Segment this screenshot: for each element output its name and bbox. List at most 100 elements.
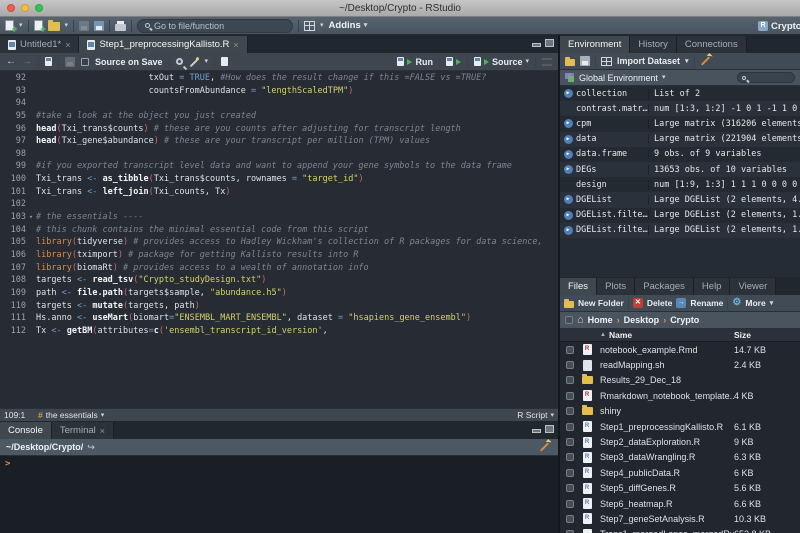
code-editor[interactable]: 92 txOut = TRUE, #How does the result ch… [0,71,558,409]
file-name[interactable]: Step3_dataWrangling.R [600,452,734,462]
file-name[interactable]: Step4_publicData.R [600,468,734,478]
goto-file-function-input[interactable]: Go to file/function [137,18,294,33]
file-row[interactable]: R Step3_dataWrangling.R 6.3 KB [560,450,800,465]
environment-variable-row[interactable]: ▶ cpm Large matrix (316206 elements [560,116,800,132]
file-checkbox[interactable] [566,438,574,447]
popout-editor-icon[interactable] [45,57,52,66]
file-name[interactable]: Step2_dataExploration.R [600,437,734,447]
expand-variable-icon[interactable]: ▶ [560,165,576,175]
breadcrumb-desktop[interactable]: Desktop [624,315,660,325]
file-checkbox[interactable] [566,376,574,385]
environment-search-input[interactable] [737,72,795,83]
new-file-dropdown-icon[interactable]: ▾ [19,22,23,29]
close-tab-icon[interactable]: × [100,426,105,436]
tab-files[interactable]: Files [560,278,598,295]
import-dataset-icon[interactable] [601,56,612,66]
code-tools-icon[interactable] [189,58,198,67]
file-row[interactable]: Trans1_mergedLanes_mergedRu...652.8 KB [560,527,800,533]
rerun-button[interactable] [445,57,461,66]
save-source-icon[interactable] [65,56,75,67]
file-name[interactable]: Step6_heatmap.R [600,499,734,509]
file-name[interactable]: Step7_geneSetAnalysis.R [600,514,734,524]
addins-menu[interactable]: Addins ▾ [329,20,368,31]
size-column-header[interactable]: Size [734,330,800,340]
source-button[interactable]: Source ▾ [473,57,529,67]
file-checkbox[interactable] [566,407,574,416]
environment-variable-row[interactable]: ▶ collection List of 2 [560,86,800,102]
file-checkbox[interactable] [566,361,574,370]
name-column-header[interactable]: ▲ Name [600,330,632,340]
new-folder-icon[interactable] [564,298,574,308]
home-icon[interactable]: ⌂ [577,314,584,326]
file-checkbox[interactable] [566,422,574,431]
open-recent-dropdown-icon[interactable]: ▾ [65,22,69,29]
delete-icon[interactable]: ✕ [632,298,643,308]
print-icon[interactable] [115,20,127,31]
goto-directory-icon[interactable]: ↪ [87,442,95,453]
project-menu[interactable]: R Crypto [758,17,800,35]
expand-variable-icon[interactable]: ▶ [560,210,576,220]
minimize-pane-icon[interactable] [532,43,541,47]
tab-console[interactable]: Console [0,422,52,440]
tab-help[interactable]: Help [693,278,731,295]
file-checkbox[interactable] [566,484,574,493]
compile-report-icon[interactable] [221,57,229,66]
expand-variable-icon[interactable]: ▶ [560,89,576,99]
tab-untitled1[interactable]: Untitled1* × [0,36,80,53]
rename-icon[interactable]: → [676,298,687,308]
new-project-icon[interactable]: + [33,20,46,34]
console-output[interactable]: > [0,456,558,533]
file-row[interactable]: R Step7_geneSetAnalysis.R 10.3 KB [560,511,800,526]
file-name[interactable]: Step5_diffGenes.R [600,483,734,493]
rename-button[interactable]: Rename [690,298,723,308]
file-row[interactable]: R Step5_diffGenes.R 5.6 KB [560,481,800,496]
clear-environment-icon[interactable] [700,56,710,66]
file-row[interactable]: readMapping.sh 2.4 KB [560,357,800,372]
file-name[interactable]: Trans1_mergedLanes_mergedRu... [600,529,734,533]
file-checkbox[interactable] [566,345,574,354]
source-on-save-checkbox[interactable] [81,57,89,66]
close-tab-icon[interactable]: × [233,40,238,50]
environment-variable-row[interactable]: ▶ DEGs 13653 obs. of 10 variables [560,161,800,178]
maximize-pane-icon[interactable] [545,39,554,47]
file-name[interactable]: readMapping.sh [600,360,734,370]
tab-packages[interactable]: Packages [635,278,694,295]
tab-connections[interactable]: Connections [676,36,747,53]
expand-variable-icon[interactable]: ▶ [560,119,576,129]
file-name[interactable]: Step1_preprocessingKallisto.R [600,422,734,432]
save-workspace-icon[interactable] [580,56,590,66]
run-button[interactable]: Run [397,57,433,67]
close-tab-icon[interactable]: × [65,40,70,50]
file-checkbox[interactable] [566,453,574,462]
expand-variable-icon[interactable]: ▶ [560,225,576,235]
pane-layout-dropdown-icon[interactable]: ▾ [320,22,324,29]
delete-button[interactable]: Delete [647,298,673,308]
file-name[interactable]: notebook_example.Rmd [600,345,734,355]
select-all-checkbox[interactable] [565,316,573,324]
expand-variable-icon[interactable]: ▶ [560,134,576,144]
new-folder-button[interactable]: New Folder [578,298,624,308]
environment-variable-row[interactable]: ▶ data.frame 9 obs. of 9 variables [560,146,800,162]
tab-history[interactable]: History [630,36,677,53]
file-row[interactable]: Rnotebook_example.Rmd 14.7 KB [560,342,800,357]
save-all-icon[interactable] [94,20,105,31]
file-row[interactable]: shiny [560,404,800,419]
environment-variable-row[interactable]: ▶ DGEList.filte… Large DGEList (2 elements… [560,207,800,223]
tab-terminal[interactable]: Terminal × [51,422,115,440]
tab-viewer[interactable]: Viewer [730,278,777,295]
file-row[interactable]: R Step4_publicData.R 6 KB [560,465,800,480]
file-name[interactable]: shiny [600,406,734,416]
chunks-icon[interactable] [542,57,552,66]
clear-console-icon[interactable] [539,442,550,452]
file-type-selector[interactable]: R Script ▾ [517,410,554,420]
load-workspace-icon[interactable] [565,56,575,66]
file-checkbox[interactable] [566,514,574,523]
back-icon[interactable]: ← [6,56,16,67]
file-checkbox[interactable] [566,391,574,400]
maximize-pane-icon[interactable] [545,425,554,434]
pane-layout-icon[interactable] [304,20,316,31]
import-dataset-label[interactable]: Import Dataset [617,56,680,66]
minimize-pane-icon[interactable] [532,429,541,434]
import-dataset-dropdown-icon[interactable]: ▾ [685,58,689,65]
section-selector[interactable]: # the essentials ▾ [38,410,104,420]
